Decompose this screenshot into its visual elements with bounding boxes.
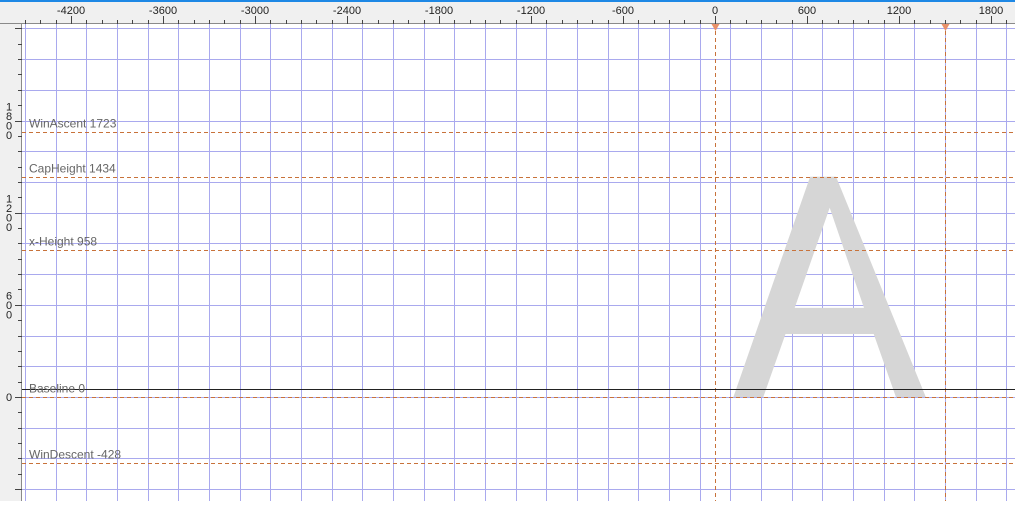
glyph-editor-canvas[interactable]: WinAscent 1723 CapHeight 1434 x-Height 958… bbox=[22, 24, 1015, 501]
v-ruler-label: 1800 bbox=[6, 101, 12, 141]
metric-label: x-Height 958 bbox=[29, 235, 97, 249]
v-ruler-label: 600 bbox=[6, 290, 12, 321]
h-ruler-label: -600 bbox=[612, 5, 634, 17]
metric-label: WinDescent -428 bbox=[29, 448, 121, 462]
h-ruler-label: 0 bbox=[712, 5, 718, 17]
h-ruler-label: -3000 bbox=[241, 5, 269, 17]
v-ruler-label: 1200 bbox=[6, 193, 12, 234]
h-ruler-label: 1800 bbox=[979, 5, 1003, 17]
metric-label: CapHeight 1434 bbox=[29, 162, 116, 176]
glyph-outline[interactable] bbox=[733, 176, 926, 397]
h-ruler-label: -2400 bbox=[333, 5, 361, 17]
h-ruler-label: -4200 bbox=[57, 5, 85, 17]
advance-width-handle[interactable] bbox=[941, 24, 950, 31]
origin-handle[interactable] bbox=[711, 24, 720, 31]
metric-label: WinAscent 1723 bbox=[29, 117, 117, 131]
glyph-a-shape[interactable] bbox=[733, 176, 926, 397]
v-ruler-label: 0 bbox=[6, 392, 12, 404]
metric-label: Baseline 0 bbox=[29, 382, 85, 396]
h-ruler-label: 1200 bbox=[887, 5, 911, 17]
h-ruler-label: -1200 bbox=[517, 5, 545, 17]
h-ruler-label: -1800 bbox=[425, 5, 453, 17]
h-ruler-label: -3600 bbox=[149, 5, 177, 17]
horizontal-ruler[interactable]: -4200 -3600 -3000 -2400 -1800 -1200 -600 0 600 12… bbox=[0, 2, 1015, 24]
h-ruler-label: 600 bbox=[798, 5, 816, 17]
vertical-ruler[interactable]: 1800 1200 600 0 bbox=[0, 24, 22, 501]
